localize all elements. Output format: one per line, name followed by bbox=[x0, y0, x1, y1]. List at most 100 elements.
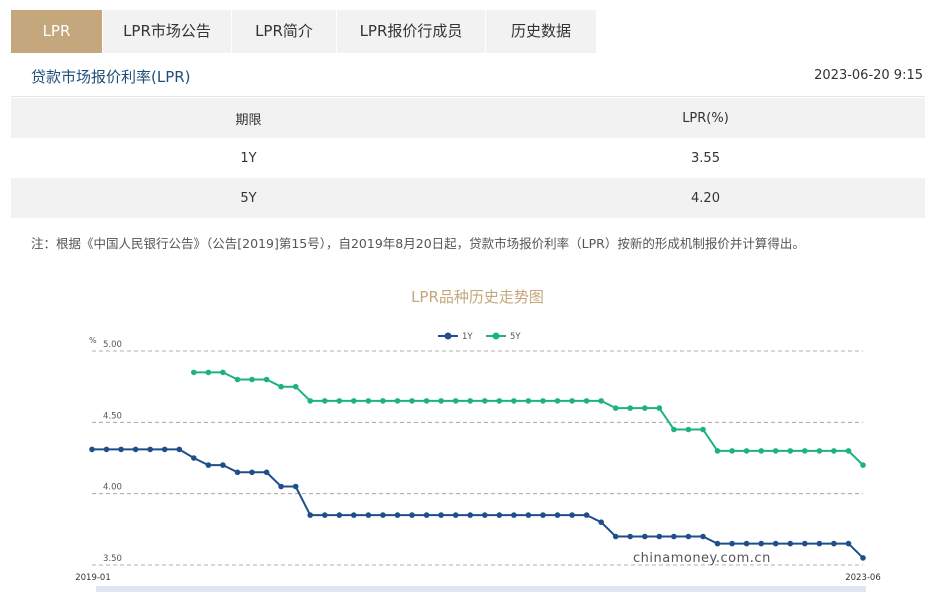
watermark: chinamoney.com.cn bbox=[633, 551, 771, 566]
data-point-5Y bbox=[467, 398, 474, 404]
term-cell: 1Y bbox=[240, 150, 257, 166]
data-point-1Y bbox=[103, 446, 110, 453]
data-point-5Y bbox=[700, 426, 706, 433]
data-point-5Y bbox=[772, 448, 779, 454]
data-point-1Y bbox=[787, 540, 794, 547]
rate-cell: 4.20 bbox=[691, 190, 720, 206]
data-point-1Y bbox=[394, 512, 401, 518]
data-point-1Y bbox=[714, 540, 721, 547]
data-point-1Y bbox=[176, 446, 183, 453]
data-point-5Y bbox=[365, 398, 372, 404]
chart-title: LPR品种历史走势图 bbox=[411, 288, 544, 306]
data-point-1Y bbox=[845, 540, 852, 547]
rate-cell: 3.55 bbox=[691, 150, 720, 166]
data-point-5Y bbox=[452, 398, 459, 404]
tab-lpr[interactable]: LPR bbox=[11, 10, 102, 53]
data-point-5Y bbox=[845, 448, 852, 454]
x-tick-label: 2023-06 bbox=[845, 573, 881, 583]
tab-bar: LPR LPR市场公告 LPR简介 LPR报价行成员 历史数据 bbox=[11, 10, 597, 53]
lpr-history-chart: 5.00 4.50 4.00 3.50% 2019-01 2023-06 1Y 5Y bbox=[75, 332, 881, 583]
data-point-1Y bbox=[452, 512, 459, 518]
data-point-5Y bbox=[612, 405, 619, 411]
column-header-term: 期限 bbox=[235, 112, 262, 128]
data-point-5Y bbox=[511, 398, 517, 404]
data-point-1Y bbox=[569, 512, 575, 518]
data-point-5Y bbox=[191, 369, 197, 376]
chart-range-scrollbar[interactable] bbox=[96, 586, 866, 592]
y-tick-label: 4.00 bbox=[103, 483, 122, 493]
data-point-1Y bbox=[307, 512, 314, 518]
data-point-5Y bbox=[816, 448, 823, 454]
table-row: 1Y 3.55 bbox=[11, 138, 925, 178]
y-axis-unit-label: % bbox=[89, 336, 97, 345]
data-point-1Y bbox=[496, 512, 503, 518]
data-point-1Y bbox=[380, 512, 386, 518]
data-point-1Y bbox=[205, 462, 212, 468]
data-point-1Y bbox=[525, 512, 532, 518]
y-tick-label: 4.50 bbox=[103, 411, 122, 421]
data-point-5Y bbox=[802, 448, 808, 454]
data-point-1Y bbox=[409, 512, 415, 518]
data-point-1Y bbox=[467, 512, 474, 518]
data-point-5Y bbox=[598, 398, 604, 404]
data-point-5Y bbox=[380, 398, 386, 404]
data-point-5Y bbox=[525, 398, 532, 404]
data-point-5Y bbox=[860, 462, 866, 468]
data-point-1Y bbox=[743, 540, 750, 547]
data-point-1Y bbox=[322, 512, 328, 518]
data-point-5Y bbox=[496, 398, 503, 404]
data-point-5Y bbox=[656, 405, 663, 411]
legend-label: 5Y bbox=[510, 332, 521, 342]
data-point-5Y bbox=[758, 448, 764, 454]
data-point-5Y bbox=[322, 398, 328, 404]
data-point-5Y bbox=[278, 383, 284, 390]
data-point-1Y bbox=[540, 512, 546, 518]
data-point-1Y bbox=[816, 540, 823, 547]
data-point-1Y bbox=[161, 446, 168, 453]
release-timestamp: 2023-06-20 9:15 bbox=[814, 68, 923, 83]
data-point-1Y bbox=[423, 512, 430, 518]
data-point-1Y bbox=[263, 469, 270, 476]
divider bbox=[11, 96, 925, 97]
data-point-1Y bbox=[598, 519, 604, 525]
data-point-1Y bbox=[292, 483, 299, 490]
data-point-5Y bbox=[729, 448, 735, 454]
data-point-5Y bbox=[685, 426, 692, 433]
legend-marker bbox=[444, 332, 452, 340]
data-point-5Y bbox=[438, 398, 444, 404]
data-point-1Y bbox=[627, 533, 633, 540]
data-point-5Y bbox=[423, 398, 430, 404]
tab-quoting-banks[interactable]: LPR报价行成员 bbox=[337, 10, 485, 53]
data-point-1Y bbox=[583, 512, 590, 518]
data-point-5Y bbox=[263, 376, 270, 383]
data-point-5Y bbox=[743, 448, 750, 454]
data-point-5Y bbox=[220, 369, 226, 376]
data-point-5Y bbox=[671, 426, 677, 433]
tab-lpr-intro[interactable]: LPR简介 bbox=[232, 10, 336, 53]
data-point-5Y bbox=[336, 398, 343, 404]
y-tick-label: 3.50 bbox=[103, 554, 122, 564]
data-point-1Y bbox=[191, 455, 197, 461]
data-point-1Y bbox=[249, 469, 255, 476]
data-point-5Y bbox=[583, 398, 590, 404]
data-point-5Y bbox=[627, 405, 633, 411]
term-cell: 5Y bbox=[240, 190, 257, 206]
data-point-1Y bbox=[234, 469, 241, 476]
data-point-1Y bbox=[758, 540, 764, 547]
tab-market-announcement[interactable]: LPR市场公告 bbox=[103, 10, 231, 53]
data-point-1Y bbox=[860, 555, 866, 561]
data-point-1Y bbox=[685, 533, 692, 540]
data-point-5Y bbox=[831, 448, 837, 454]
data-point-1Y bbox=[700, 533, 706, 540]
data-point-5Y bbox=[234, 376, 241, 383]
data-point-5Y bbox=[205, 369, 212, 376]
data-point-1Y bbox=[831, 540, 837, 547]
data-point-1Y bbox=[132, 446, 139, 453]
data-point-5Y bbox=[394, 398, 401, 404]
data-point-1Y bbox=[642, 533, 648, 540]
y-tick-label: 5.00 bbox=[103, 340, 122, 350]
data-point-5Y bbox=[249, 376, 255, 383]
lpr-table: 期限 LPR(%) 1Y 3.55 5Y 4.20 bbox=[11, 98, 925, 218]
data-point-1Y bbox=[772, 540, 779, 547]
tab-history-data[interactable]: 历史数据 bbox=[486, 10, 596, 53]
